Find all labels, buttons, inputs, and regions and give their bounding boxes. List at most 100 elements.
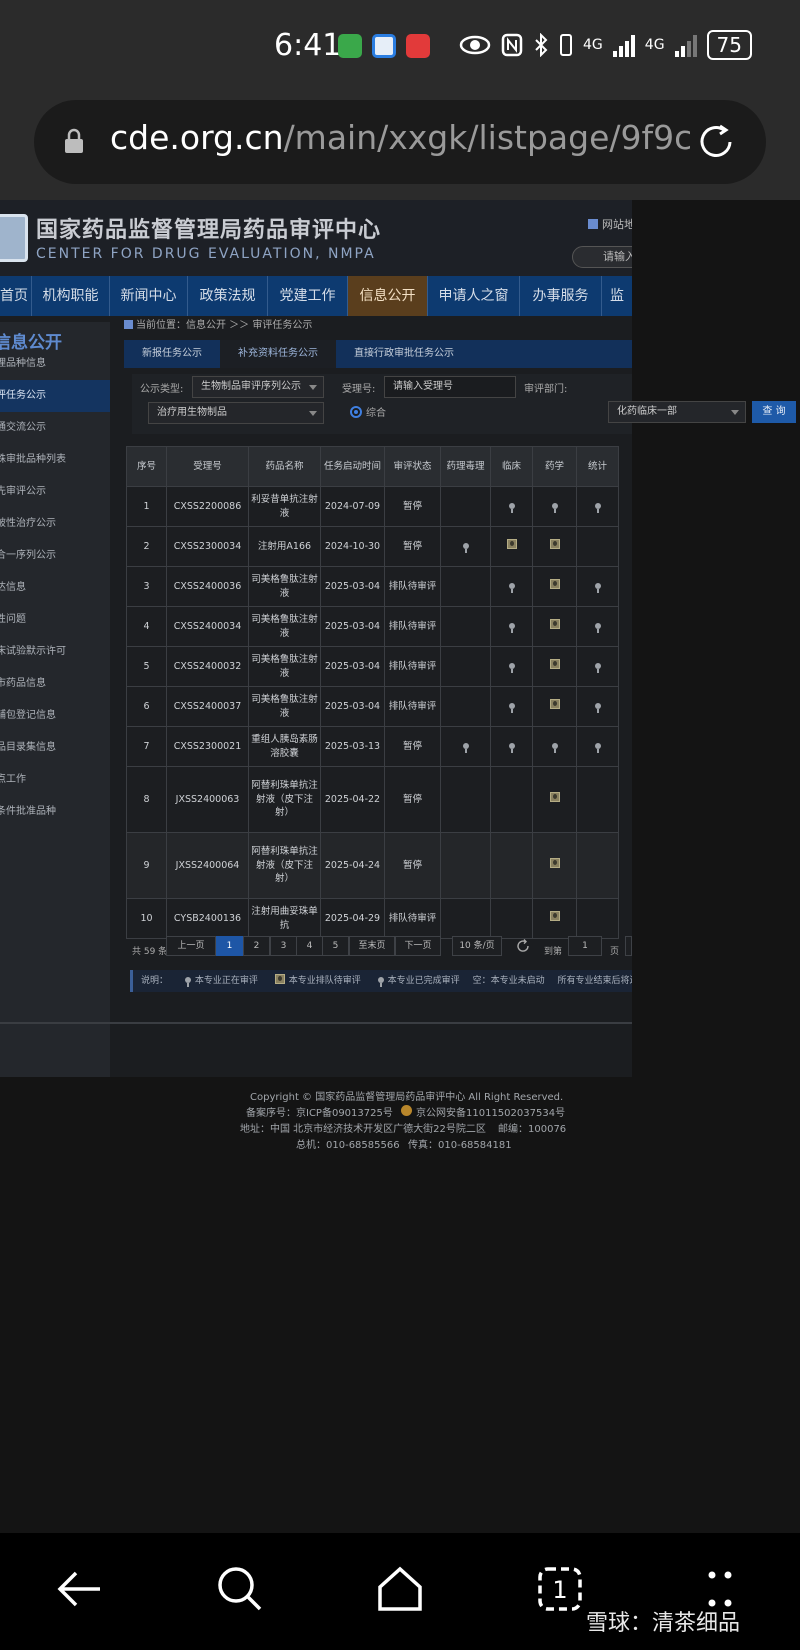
pager-page-5[interactable]: 5 [322, 936, 349, 956]
pager-prev-button[interactable]: 上一页 [166, 936, 216, 956]
table-row[interactable]: 10 CYSB2400136 注射用曲妥珠单抗 2025-04-29 排队待审评 [126, 898, 619, 939]
pager-goto-input[interactable]: 1 [568, 936, 602, 956]
sidebar-item[interactable]: 通交流公示 [0, 412, 110, 444]
cell-drug-name: 司美格鲁肽注射液 [248, 606, 321, 647]
cell-drug-name: 注射用曲妥珠单抗 [248, 898, 321, 939]
task-table: 序号 受理号 药品名称 任务启动时间 审评状态 药理毒理 临床 药学 统计 1C… [126, 446, 619, 939]
review-queued-icon [549, 539, 560, 550]
sidebar-item[interactable]: 破性治疗公示 [0, 508, 110, 540]
legend-in-review: 本专业正在审评 [194, 976, 258, 986]
subtype-select[interactable]: 治疗用生物制品 [148, 402, 324, 424]
battery-indicator: 75 [706, 30, 752, 60]
cell-accept-no: JXSS2400064 [166, 832, 249, 899]
col-statistics: 统计 [576, 446, 619, 487]
clock: 6:41 [274, 28, 342, 63]
address-bar[interactable]: cde.org.cn/main/xxgk/listpage/9f9c7 [34, 100, 766, 184]
cell-pharmacy [532, 526, 577, 567]
pager-next-button[interactable]: 下一页 [395, 936, 441, 956]
col-clinical: 临床 [490, 446, 533, 487]
filter-panel: 公示类型: 生物制品审评序列公示 治疗用生物制品 受理号: 请输入受理号 审评部… [132, 374, 632, 434]
dept-select[interactable]: 化药临床一部 [608, 401, 746, 423]
sidebar-item[interactable]: 理品种信息 [0, 348, 110, 380]
url-text[interactable]: cde.org.cn/main/xxgk/listpage/9f9c7 [110, 118, 690, 157]
cell-no: 8 [126, 766, 167, 833]
site-search-input[interactable]: 请输入 [572, 246, 632, 268]
cell-status: 排队待审评 [384, 646, 441, 687]
pager-total: 共 59 条 [132, 947, 168, 957]
tab-supplement-tasks[interactable]: 补充资料任务公示 [220, 340, 336, 368]
sidebar-item[interactable]: 点工作 [0, 764, 110, 796]
cell-statistics [576, 832, 619, 899]
refresh-icon[interactable] [516, 939, 530, 953]
tab-direct-approval-tasks[interactable]: 直接行政审批任务公示 [336, 340, 472, 368]
table-row[interactable]: 3 CXSS2400036 司美格鲁肽注射液 2025-03-04 排队待审评 [126, 566, 619, 607]
pager-page-2[interactable]: 2 [243, 936, 270, 956]
sidebar-item[interactable]: 性问题 [0, 604, 110, 636]
table-row[interactable]: 8 JXSS2400063 阿替利珠单抗注射液（皮下注射） 2025-04-22 暂停 [126, 766, 619, 833]
sidebar-item[interactable]: 品目录集信息 [0, 732, 110, 764]
review-complete-icon [462, 542, 469, 553]
cell-status: 暂停 [384, 832, 441, 899]
col-pharmacy: 药学 [532, 446, 577, 487]
sitemap-link[interactable]: 网站地 [588, 216, 632, 232]
cell-pharmacology [440, 898, 491, 939]
footer-icp[interactable]: 备案序号：京ICP备09013725号 [246, 1104, 393, 1119]
review-complete-icon [508, 662, 515, 673]
table-row[interactable]: 4 CXSS2400034 司美格鲁肽注射液 2025-03-04 排队待审评 [126, 606, 619, 647]
cell-pharmacology [440, 646, 491, 687]
site-title-en: CENTER FOR DRUG EVALUATION, NMPA [36, 246, 376, 262]
nav-organization[interactable]: 机构职能 [32, 276, 110, 316]
table-row[interactable]: 6 CXSS2400037 司美格鲁肽注射液 2025-03-04 排队待审评 [126, 686, 619, 727]
sidebar-item[interactable]: 合一序列公示 [0, 540, 110, 572]
home-icon[interactable] [374, 1563, 426, 1615]
col-drug-name: 药品名称 [248, 446, 321, 487]
browser-toolbar: cde.org.cn/main/xxgk/listpage/9f9c7 [0, 95, 800, 200]
signal-bars-2-icon [674, 33, 697, 57]
review-queued-icon [549, 619, 560, 630]
pager-page-1[interactable]: 1 [216, 936, 243, 956]
accept-no-input[interactable]: 请输入受理号 [384, 376, 516, 398]
pager-size-select[interactable]: 10 条/页 [452, 936, 502, 956]
nav-home[interactable]: 首页 [0, 276, 32, 316]
pager-page-3[interactable]: 3 [270, 936, 297, 956]
comprehensive-radio[interactable] [350, 406, 362, 418]
sidebar-item[interactable]: 殊审批品种列表 [0, 444, 110, 476]
cell-no: 10 [126, 898, 167, 939]
table-row[interactable]: 5 CXSS2400032 司美格鲁肽注射液 2025-03-04 排队待审评 [126, 646, 619, 687]
table-row[interactable]: 7 CXSS2300021 重组人胰岛素肠溶胶囊 2025-03-13 暂停 [126, 726, 619, 767]
sidebar-item[interactable]: 先审评公示 [0, 476, 110, 508]
reload-icon[interactable] [694, 120, 738, 164]
tabs-icon[interactable]: 1 [534, 1563, 586, 1615]
site-logo[interactable] [0, 214, 28, 262]
sidebar-item[interactable]: 辅包登记信息 [0, 700, 110, 732]
review-complete-icon [551, 502, 558, 513]
footer-police[interactable]: 京公网安备11011502037534号 [416, 1104, 565, 1119]
back-icon[interactable] [54, 1563, 106, 1615]
sidebar-item[interactable]: 达信息 [0, 572, 110, 604]
cell-status: 暂停 [384, 526, 441, 567]
search-icon[interactable] [214, 1563, 266, 1615]
footer-fax: 传真：010-68584181 [408, 1140, 512, 1151]
cell-start-date: 2025-03-13 [320, 726, 385, 767]
sidebar-item-review-tasks[interactable]: 评任务公示 [0, 380, 110, 412]
review-complete-icon [594, 662, 601, 673]
table-row[interactable]: 2 CXSS2300034 注射用A166 2024-10-30 暂停 [126, 526, 619, 567]
pager-page-4[interactable]: 4 [296, 936, 323, 956]
cell-pharmacy [532, 726, 577, 767]
sidebar-item[interactable]: 条件批准品种 [0, 796, 110, 828]
chevron-down-icon [309, 411, 317, 416]
table-row[interactable]: 9 JXSS2400064 阿替利珠单抗注射液（皮下注射） 2025-04-24 暂停 [126, 832, 619, 899]
cell-drug-name: 阿替利珠单抗注射液（皮下注射） [248, 832, 321, 899]
legend-bar: 说明： 本专业正在审评 本专业排队待审评 本专业已完成审评 空：本专业未启动 所… [130, 970, 632, 992]
table-row[interactable]: 1 CXSS2200086 利妥昔单抗注射液 2024-07-09 暂停 [126, 486, 619, 527]
status-bar: 6:41 4G 4G 75 [0, 0, 800, 95]
col-status: 审评状态 [384, 446, 441, 487]
sidebar-item[interactable]: 床试验默示许可 [0, 636, 110, 668]
site-title-cn: 国家药品监督管理局药品审评中心 [36, 218, 382, 243]
tab-new-tasks[interactable]: 新报任务公示 [124, 340, 220, 368]
pager-last-button[interactable]: 至末页 [349, 936, 395, 956]
query-button[interactable]: 查 询 [752, 401, 796, 423]
sidebar-item[interactable]: 市药品信息 [0, 668, 110, 700]
pager-goto-button[interactable] [625, 936, 632, 956]
type-select[interactable]: 生物制品审评序列公示 [192, 376, 324, 398]
